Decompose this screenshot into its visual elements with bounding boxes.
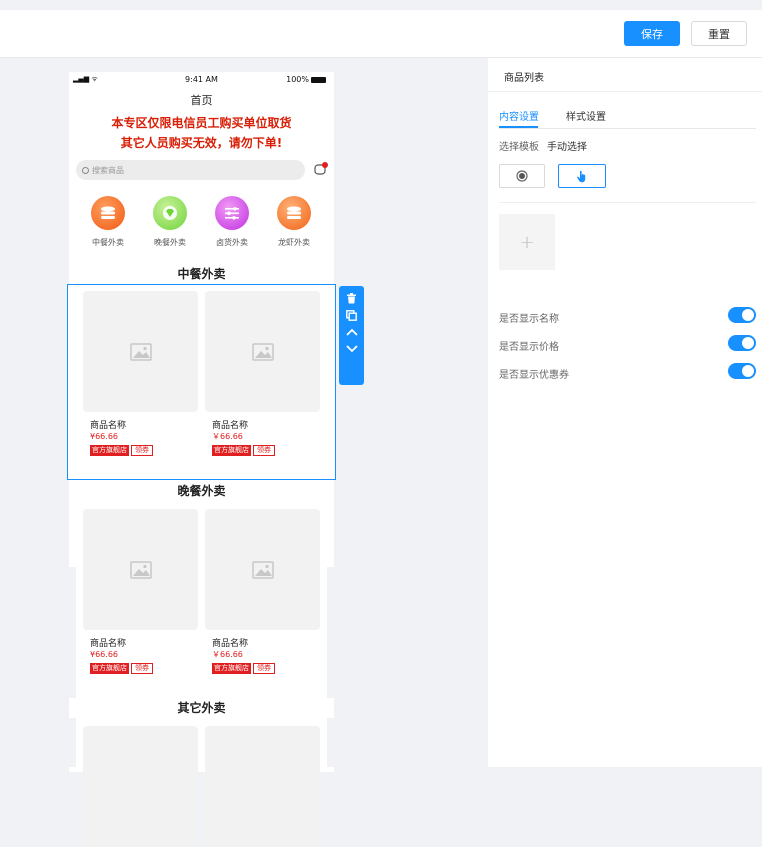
move-down-icon[interactable] — [345, 342, 359, 356]
store-tag: 官方旗舰店 — [212, 445, 251, 456]
toggle-label: 是否显示价格 — [499, 342, 559, 353]
product-card[interactable] — [205, 726, 321, 847]
product-card[interactable]: 商品名称 ￥66.66 官方旗舰店 领券 — [205, 291, 321, 456]
sliders-icon — [215, 196, 249, 230]
move-up-icon[interactable] — [345, 325, 359, 339]
toggle-row-show-coupon: 是否显示优惠券 — [499, 363, 756, 383]
image-placeholder-icon — [205, 291, 320, 412]
radio-icon — [516, 170, 528, 182]
image-placeholder-icon — [83, 726, 198, 847]
category-label: 卤货外卖 — [216, 238, 248, 247]
canvas-gap — [327, 718, 334, 767]
section-title: 中餐外卖 — [177, 267, 226, 281]
toggle-label: 是否显示优惠券 — [499, 370, 569, 381]
coupon-tag: 领券 — [253, 663, 275, 674]
product-card[interactable]: 商品名称 ¥66.66 官方旗舰店 领券 — [83, 509, 199, 674]
section-title: 晚餐外卖 — [177, 484, 226, 498]
image-placeholder-icon — [205, 509, 320, 630]
product-name: 商品名称 — [212, 421, 249, 431]
coupon-tag: 领券 — [131, 663, 153, 674]
status-bar: ▂▄▆ ᯤ 9:41 AM 100% — [69, 72, 334, 87]
product-name: 商品名称 — [90, 639, 127, 649]
tab-content-settings[interactable]: 内容设置 — [499, 108, 539, 123]
toggle-row-show-name: 是否显示名称 — [499, 307, 756, 327]
product-card[interactable]: 商品名称 ¥66.66 官方旗舰店 领券 — [83, 291, 199, 456]
divider — [488, 91, 762, 92]
template-option-auto[interactable] — [499, 164, 545, 188]
food-stack-icon — [91, 196, 125, 230]
product-price: ¥66.66 — [90, 650, 118, 659]
category-label: 龙虾外卖 — [278, 238, 310, 247]
battery-percent: 100% — [286, 75, 309, 84]
category-label: 晚餐外卖 — [154, 238, 186, 247]
search-icon — [82, 166, 89, 174]
add-item-button[interactable]: + — [499, 214, 555, 270]
coupon-tag: 领券 — [253, 445, 275, 456]
page-title: 首页 — [190, 94, 213, 107]
divider — [499, 202, 756, 203]
battery-icon — [311, 76, 326, 83]
tab-style-settings[interactable]: 样式设置 — [566, 108, 606, 123]
product-name: 商品名称 — [212, 639, 249, 649]
product-card[interactable]: 商品名称 ￥66.66 官方旗舰店 领券 — [205, 509, 321, 674]
coupon-tag: 领券 — [131, 445, 153, 456]
image-placeholder-icon — [205, 726, 320, 847]
category-zhongcan[interactable]: 中餐外卖 — [83, 196, 133, 248]
notice-line-1: 本专区仅限电信员工购买单位取货 — [111, 116, 292, 130]
product-price: ¥66.66 — [90, 432, 118, 441]
reset-button[interactable]: 重置 — [691, 21, 747, 46]
panel-title: 商品列表 — [504, 73, 544, 84]
select-template-value: 手动选择 — [547, 142, 587, 153]
food-stack-icon — [277, 196, 311, 230]
canvas-gap — [327, 567, 334, 698]
canvas-gap — [69, 567, 76, 698]
store-tag: 官方旗舰店 — [90, 663, 129, 674]
product-name: 商品名称 — [90, 421, 127, 431]
copy-icon[interactable] — [345, 308, 359, 322]
diamond-icon — [153, 196, 187, 230]
battery-indicator: 100% — [286, 75, 326, 84]
top-toolbar: 保存 重置 — [0, 10, 762, 58]
product-card[interactable] — [83, 726, 199, 847]
image-placeholder-icon — [83, 291, 198, 412]
toggle-row-show-price: 是否显示价格 — [499, 335, 756, 355]
hand-pointer-icon — [577, 170, 586, 182]
select-template-label: 选择模板 — [499, 142, 539, 153]
category-luhuo[interactable]: 卤货外卖 — [207, 196, 257, 248]
store-tag: 官方旗舰店 — [90, 445, 129, 456]
show-coupon-toggle[interactable] — [728, 363, 756, 379]
delete-icon[interactable] — [345, 291, 359, 305]
template-option-manual[interactable] — [558, 164, 606, 188]
divider — [499, 128, 756, 129]
category-longxia[interactable]: 龙虾外卖 — [269, 196, 319, 248]
notice-line-2: 其它人员购买无效，请勿下单! — [120, 136, 283, 150]
show-name-toggle[interactable] — [728, 307, 756, 323]
canvas-gap — [69, 718, 76, 767]
product-price: ￥66.66 — [212, 650, 243, 659]
product-price: ￥66.66 — [212, 432, 243, 441]
store-tag: 官方旗舰店 — [212, 663, 251, 674]
search-input[interactable]: 搜索商品 — [76, 160, 305, 180]
component-toolbar — [339, 286, 364, 385]
category-wancan[interactable]: 晚餐外卖 — [145, 196, 195, 248]
plus-icon: + — [519, 231, 535, 253]
settings-panel: 商品列表 内容设置 样式设置 选择模板 手动选择 + 是否显示名称 是否显示价格… — [488, 58, 762, 767]
toggle-label: 是否显示名称 — [499, 314, 559, 325]
show-price-toggle[interactable] — [728, 335, 756, 351]
section-title: 其它外卖 — [177, 701, 226, 715]
search-placeholder: 搜索商品 — [92, 165, 124, 175]
save-button[interactable]: 保存 — [624, 21, 680, 46]
message-icon[interactable] — [314, 162, 328, 176]
image-placeholder-icon — [83, 509, 198, 630]
category-label: 中餐外卖 — [92, 238, 124, 247]
